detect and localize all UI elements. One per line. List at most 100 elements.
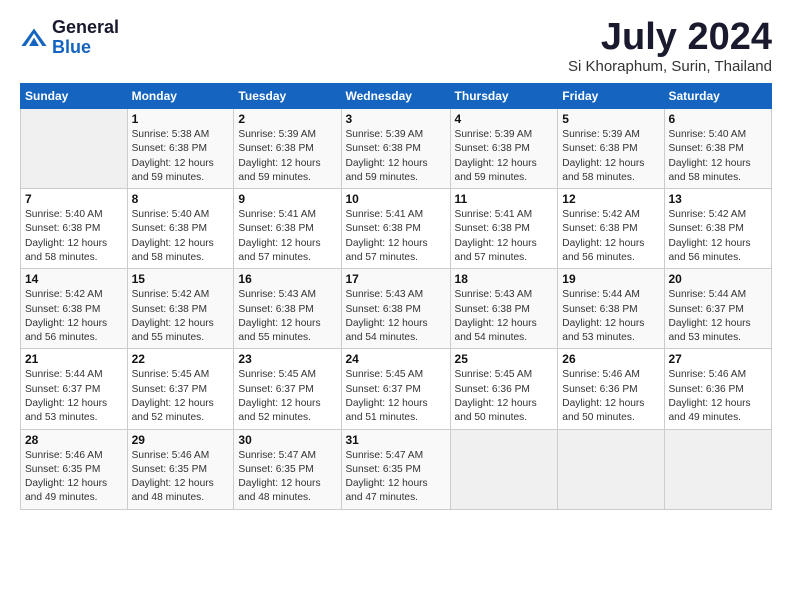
day-info: Sunrise: 5:44 AM Sunset: 6:38 PM Dayligh…	[562, 288, 659, 345]
header-tuesday: Tuesday	[234, 84, 341, 109]
table-row: 19 Sunrise: 5:44 AM Sunset: 6:38 PM Dayli…	[558, 269, 664, 349]
day-number: 1	[132, 112, 230, 126]
header-monday: Monday	[127, 84, 234, 109]
day-info: Sunrise: 5:46 AM Sunset: 6:36 PM Dayligh…	[562, 368, 659, 425]
day-info: Sunrise: 5:42 AM Sunset: 6:38 PM Dayligh…	[25, 288, 123, 345]
day-number: 7	[25, 192, 123, 206]
day-number: 16	[238, 272, 336, 286]
location-title: Si Khoraphum, Surin, Thailand	[568, 58, 772, 75]
day-number: 22	[132, 352, 230, 366]
day-info: Sunrise: 5:45 AM Sunset: 6:36 PM Dayligh…	[455, 368, 554, 425]
table-row: 30Sunrise: 5:47 AM Sunset: 6:35 PM Dayli…	[234, 429, 341, 509]
logo-icon	[20, 25, 48, 53]
day-number: 10	[346, 192, 446, 206]
calendar-week-row: 14 Sunrise: 5:42 AM Sunset: 6:38 PM Dayli…	[21, 269, 772, 349]
day-number: 29	[132, 433, 230, 447]
day-info: Sunrise: 5:47 AM Sunset: 6:35 PM Dayligh…	[346, 449, 446, 506]
table-row: 16 Sunrise: 5:43 AM Sunset: 6:38 PM Dayli…	[234, 269, 341, 349]
day-number: 5	[562, 112, 659, 126]
day-info: Sunrise: 5:40 AM Sunset: 6:38 PM Dayligh…	[25, 208, 123, 265]
table-row: 22 Sunrise: 5:45 AM Sunset: 6:37 PM Dayli…	[127, 349, 234, 429]
table-row: 14 Sunrise: 5:42 AM Sunset: 6:38 PM Dayli…	[21, 269, 128, 349]
header-wednesday: Wednesday	[341, 84, 450, 109]
day-info: Sunrise: 5:45 AM Sunset: 6:37 PM Dayligh…	[238, 368, 336, 425]
header-sunday: Sunday	[21, 84, 128, 109]
day-info: Sunrise: 5:46 AM Sunset: 6:36 PM Dayligh…	[669, 368, 768, 425]
table-row: 20 Sunrise: 5:44 AM Sunset: 6:37 PM Dayli…	[664, 269, 772, 349]
table-row: 23Sunrise: 5:45 AM Sunset: 6:37 PM Dayli…	[234, 349, 341, 429]
table-row: 31 Sunrise: 5:47 AM Sunset: 6:35 PM Dayli…	[341, 429, 450, 509]
header-thursday: Thursday	[450, 84, 558, 109]
day-info: Sunrise: 5:45 AM Sunset: 6:37 PM Dayligh…	[132, 368, 230, 425]
day-number: 31	[346, 433, 446, 447]
day-number: 6	[669, 112, 768, 126]
day-number: 3	[346, 112, 446, 126]
calendar-header-row: Sunday Monday Tuesday Wednesday Thursday…	[21, 84, 772, 109]
calendar-week-row: 21 Sunrise: 5:44 AM Sunset: 6:37 PM Dayli…	[21, 349, 772, 429]
table-row: 3 Sunrise: 5:39 AM Sunset: 6:38 PM Daylig…	[341, 109, 450, 189]
logo-blue: Blue	[52, 38, 119, 58]
day-number: 17	[346, 272, 446, 286]
day-info: Sunrise: 5:41 AM Sunset: 6:38 PM Dayligh…	[238, 208, 336, 265]
day-info: Sunrise: 5:41 AM Sunset: 6:38 PM Dayligh…	[346, 208, 446, 265]
day-info: Sunrise: 5:46 AM Sunset: 6:35 PM Dayligh…	[132, 449, 230, 506]
logo: General Blue	[20, 18, 119, 58]
day-number: 8	[132, 192, 230, 206]
table-row: 5Sunrise: 5:39 AM Sunset: 6:38 PM Daylig…	[558, 109, 664, 189]
calendar-week-row: 7 Sunrise: 5:40 AM Sunset: 6:38 PM Daylig…	[21, 189, 772, 269]
table-row: 10 Sunrise: 5:41 AM Sunset: 6:38 PM Dayli…	[341, 189, 450, 269]
table-row: 8Sunrise: 5:40 AM Sunset: 6:38 PM Daylig…	[127, 189, 234, 269]
calendar-week-row: 28 Sunrise: 5:46 AM Sunset: 6:35 PM Dayli…	[21, 429, 772, 509]
day-info: Sunrise: 5:38 AM Sunset: 6:38 PM Dayligh…	[132, 128, 230, 185]
table-row: 9 Sunrise: 5:41 AM Sunset: 6:38 PM Daylig…	[234, 189, 341, 269]
day-number: 24	[346, 352, 446, 366]
day-number: 11	[455, 192, 554, 206]
day-number: 20	[669, 272, 768, 286]
table-row: 1 Sunrise: 5:38 AM Sunset: 6:38 PM Daylig…	[127, 109, 234, 189]
table-row: 15 Sunrise: 5:42 AM Sunset: 6:38 PM Dayli…	[127, 269, 234, 349]
table-row: 12 Sunrise: 5:42 AM Sunset: 6:38 PM Dayli…	[558, 189, 664, 269]
day-number: 12	[562, 192, 659, 206]
day-number: 15	[132, 272, 230, 286]
day-number: 27	[669, 352, 768, 366]
table-row: 13Sunrise: 5:42 AM Sunset: 6:38 PM Dayli…	[664, 189, 772, 269]
calendar-week-row: 1 Sunrise: 5:38 AM Sunset: 6:38 PM Daylig…	[21, 109, 772, 189]
calendar-page: General Blue July 2024 Si Khoraphum, Sur…	[0, 0, 792, 612]
table-row: 18Sunrise: 5:43 AM Sunset: 6:38 PM Dayli…	[450, 269, 558, 349]
page-header: General Blue July 2024 Si Khoraphum, Sur…	[20, 18, 772, 75]
table-row: 21 Sunrise: 5:44 AM Sunset: 6:37 PM Dayli…	[21, 349, 128, 429]
day-number: 14	[25, 272, 123, 286]
table-row	[664, 429, 772, 509]
day-info: Sunrise: 5:44 AM Sunset: 6:37 PM Dayligh…	[25, 368, 123, 425]
day-info: Sunrise: 5:46 AM Sunset: 6:35 PM Dayligh…	[25, 449, 123, 506]
day-info: Sunrise: 5:42 AM Sunset: 6:38 PM Dayligh…	[132, 288, 230, 345]
table-row: 26 Sunrise: 5:46 AM Sunset: 6:36 PM Dayli…	[558, 349, 664, 429]
table-row: 6 Sunrise: 5:40 AM Sunset: 6:38 PM Daylig…	[664, 109, 772, 189]
table-row: 11 Sunrise: 5:41 AM Sunset: 6:38 PM Dayli…	[450, 189, 558, 269]
table-row	[21, 109, 128, 189]
day-info: Sunrise: 5:39 AM Sunset: 6:38 PM Dayligh…	[455, 128, 554, 185]
logo-text: General Blue	[52, 18, 119, 58]
day-info: Sunrise: 5:43 AM Sunset: 6:38 PM Dayligh…	[238, 288, 336, 345]
day-number: 9	[238, 192, 336, 206]
day-number: 2	[238, 112, 336, 126]
day-info: Sunrise: 5:41 AM Sunset: 6:38 PM Dayligh…	[455, 208, 554, 265]
day-number: 19	[562, 272, 659, 286]
logo-general: General	[52, 18, 119, 38]
day-info: Sunrise: 5:42 AM Sunset: 6:38 PM Dayligh…	[562, 208, 659, 265]
table-row: 4 Sunrise: 5:39 AM Sunset: 6:38 PM Daylig…	[450, 109, 558, 189]
day-number: 21	[25, 352, 123, 366]
header-friday: Friday	[558, 84, 664, 109]
day-info: Sunrise: 5:44 AM Sunset: 6:37 PM Dayligh…	[669, 288, 768, 345]
day-info: Sunrise: 5:40 AM Sunset: 6:38 PM Dayligh…	[669, 128, 768, 185]
day-info: Sunrise: 5:39 AM Sunset: 6:38 PM Dayligh…	[346, 128, 446, 185]
day-number: 25	[455, 352, 554, 366]
day-info: Sunrise: 5:43 AM Sunset: 6:38 PM Dayligh…	[346, 288, 446, 345]
day-number: 28	[25, 433, 123, 447]
day-number: 4	[455, 112, 554, 126]
table-row	[450, 429, 558, 509]
title-area: July 2024 Si Khoraphum, Surin, Thailand	[568, 18, 772, 75]
table-row: 29 Sunrise: 5:46 AM Sunset: 6:35 PM Dayli…	[127, 429, 234, 509]
day-number: 26	[562, 352, 659, 366]
day-info: Sunrise: 5:47 AM Sunset: 6:35 PM Dayligh…	[238, 449, 336, 506]
